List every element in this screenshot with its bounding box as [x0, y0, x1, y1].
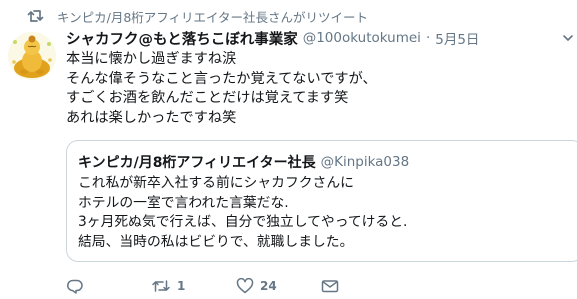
retweet-count: 1 [177, 279, 186, 293]
retweet-context-text[interactable]: キンピカ/月8桁アフィリエイター社長さんがリツイート [57, 7, 368, 26]
direct-message-button[interactable] [321, 278, 406, 294]
more-options-button[interactable] [561, 30, 577, 46]
retweet-icon [152, 280, 170, 292]
author-handle[interactable]: @100okutokumei [303, 30, 421, 46]
quote-text-line: これ私が新卒入社する前にシャカフクさんに [78, 175, 354, 191]
quote-text-line: 3ヶ月死ぬ気で行えば、自分で独立してやってけると. [78, 214, 408, 230]
tweet-header: シャカフク@もと落ちこぼれ事業家 @100okutokumei · 5月5日 [66, 28, 479, 48]
retweet-button[interactable]: 1 [151, 278, 236, 294]
quote-text: これ私が新卒入社する前にシャカフクさんに ホテルの一室で言われた言葉だな. 3ヶ… [78, 174, 407, 252]
tweet-actions: 1 24 [66, 276, 406, 296]
tweet-text-line: 本当に懐かし過ぎますね涙 [66, 51, 237, 67]
like-button[interactable]: 24 [236, 278, 321, 294]
tweet-timestamp[interactable]: 5月5日 [435, 28, 479, 48]
quote-text-line: ホテルの一室で言われた言葉だな. [78, 194, 289, 211]
chevron-down-icon [563, 35, 573, 41]
quote-header: キンピカ/月8桁アフィリエイター社長 @Kinpika038 [78, 152, 409, 172]
tweet-text-line: すごくお酒を飲んだことだけは覚えてます笑 [66, 90, 349, 107]
reply-icon [67, 279, 83, 294]
tweet-text-line: あれは楽しかったですね笑 [66, 110, 237, 127]
tweet-text-line: そんな偉そうなこと言ったか覚えてないですが、 [66, 70, 377, 87]
envelope-icon [321, 280, 339, 293]
quote-author-handle: @Kinpika038 [320, 154, 410, 170]
quoted-tweet-card[interactable]: キンピカ/月8桁アフィリエイター社長 @Kinpika038 これ私が新卒入社す… [66, 140, 577, 262]
quote-text-line: 結局、当時の私はビビりで、就職しました。 [78, 233, 354, 250]
avatar[interactable] [8, 32, 56, 80]
author-display-name[interactable]: シャカフク@もと落ちこぼれ事業家 [66, 28, 298, 49]
separator-dot: · [425, 30, 431, 46]
retweet-icon [27, 9, 45, 23]
quote-author-name: キンピカ/月8桁アフィリエイター社長 [78, 155, 316, 171]
like-count: 24 [260, 279, 277, 293]
reply-button[interactable] [66, 278, 151, 294]
retweet-context: キンピカ/月8桁アフィリエイター社長さんがリツイート [27, 7, 368, 25]
buddha-avatar [8, 32, 56, 80]
tweet-text: 本当に懐かし過ぎますね涙 そんな偉そうなこと言ったか覚えてないですが、 すごくお… [66, 50, 377, 129]
heart-icon [236, 278, 254, 294]
